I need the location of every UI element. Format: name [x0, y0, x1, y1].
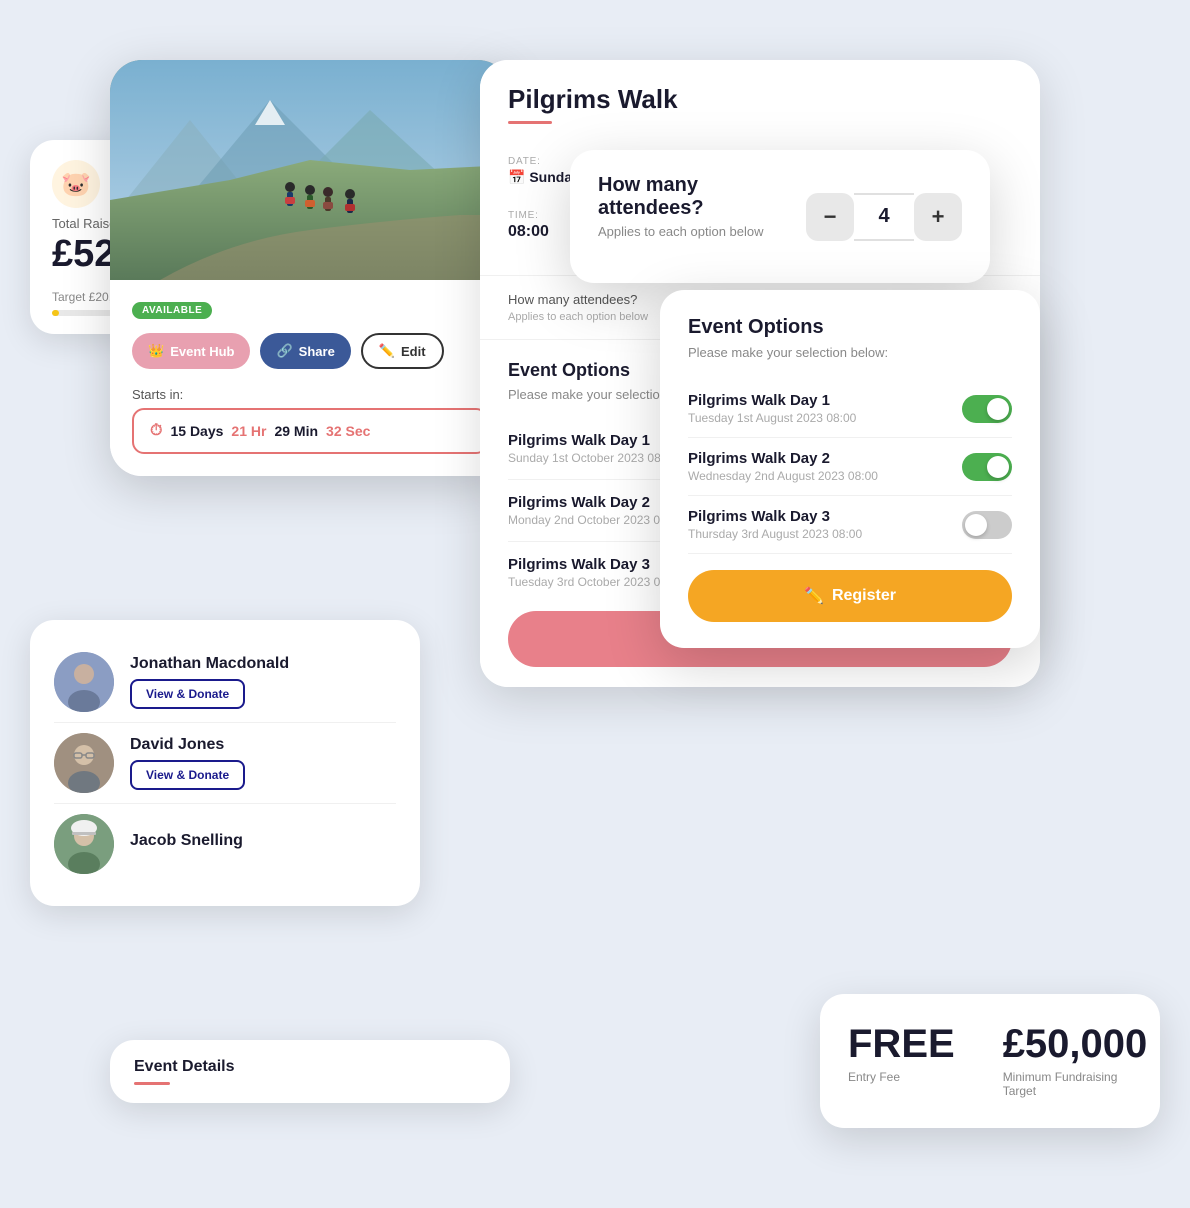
attendees-popup-sub: Applies to each option below — [598, 224, 806, 239]
popup-toggle-1[interactable] — [962, 395, 1012, 423]
event-hub-button[interactable]: 👑 Event Hub — [132, 333, 250, 369]
edit-icon: ✏️ — [379, 343, 395, 359]
popup-option-date-1: Tuesday 1st August 2023 08:00 — [688, 411, 856, 425]
register-button-popup[interactable]: ✏️ Register — [688, 570, 1012, 622]
avatar-jacob — [54, 814, 114, 874]
phone-body: AVAILABLE 👑 Event Hub 🔗 Share ✏️ Edit St… — [110, 280, 510, 476]
option-date-1: Sunday 1st October 2023 08:00 — [508, 451, 677, 465]
option-info-2: Pilgrims Walk Day 2 Monday 2nd October 2… — [508, 494, 683, 527]
target-sub: Minimum Fundraising Target — [1003, 1070, 1148, 1098]
days-value: 15 Days — [170, 423, 223, 439]
event-details-underline — [134, 1082, 170, 1085]
event-details-title: Event Details — [134, 1058, 486, 1076]
free-label: FREE — [848, 1024, 955, 1064]
event-title: Pilgrims Walk — [508, 84, 1012, 115]
participant-name-david: David Jones — [130, 736, 396, 754]
participant-info-jonathan: Jonathan Macdonald View & Donate — [130, 655, 396, 709]
participant-row: Jonathan Macdonald View & Donate — [54, 642, 396, 723]
popup-option-info-1: Pilgrims Walk Day 1 Tuesday 1st August 2… — [688, 392, 856, 425]
popup-option-info-2: Pilgrims Walk Day 2 Wednesday 2nd August… — [688, 450, 878, 483]
hero-image — [110, 60, 510, 280]
edit-button[interactable]: ✏️ Edit — [361, 333, 444, 369]
option-info-1: Pilgrims Walk Day 1 Sunday 1st October 2… — [508, 432, 677, 465]
participant-name-jonathan: Jonathan Macdonald — [130, 655, 396, 673]
popup-toggle-3[interactable] — [962, 511, 1012, 539]
option-date-3: Tuesday 3rd October 2023 08:00 — [508, 575, 684, 589]
stepper-plus[interactable]: + — [914, 193, 962, 241]
entry-fee-section: FREE Entry Fee — [848, 1024, 955, 1084]
free-target-card: FREE Entry Fee £50,000 Minimum Fundraisi… — [820, 994, 1160, 1128]
participant-name-jacob: Jacob Snelling — [130, 832, 396, 850]
event-details-card: Event Details — [110, 1040, 510, 1103]
participant-row: Jacob Snelling — [54, 804, 396, 884]
popup-option-date-2: Wednesday 2nd August 2023 08:00 — [688, 469, 878, 483]
option-date-2: Monday 2nd October 2023 08:00 — [508, 513, 683, 527]
countdown-timer: ⏱ 15 Days 21 Hr 29 Min 32 Sec — [132, 408, 488, 454]
view-donate-jonathan[interactable]: View & Donate — [130, 679, 245, 709]
event-title-underline — [508, 121, 552, 124]
free-card-row: FREE Entry Fee £50,000 Minimum Fundraisi… — [848, 1024, 1132, 1098]
share-icon: 🔗 — [276, 343, 292, 359]
minutes-value: 29 Min — [274, 423, 318, 439]
option-name-2: Pilgrims Walk Day 2 — [508, 494, 683, 511]
action-buttons: 👑 Event Hub 🔗 Share ✏️ Edit — [132, 333, 488, 369]
avatar-jonathan — [54, 652, 114, 712]
popup-option-row-2: Pilgrims Walk Day 2 Wednesday 2nd August… — [688, 438, 1012, 496]
attendees-popup-text: How many attendees? Applies to each opti… — [598, 174, 806, 259]
popup-option-date-3: Thursday 3rd August 2023 08:00 — [688, 527, 862, 541]
attendees-popup-title: How many attendees? — [598, 174, 806, 220]
options-popup: Event Options Please make your selection… — [660, 290, 1040, 648]
seconds-value: 32 Sec — [326, 423, 370, 439]
target-section: £50,000 Minimum Fundraising Target — [1003, 1024, 1148, 1098]
popup-option-row-3: Pilgrims Walk Day 3 Thursday 3rd August … — [688, 496, 1012, 554]
option-name-3: Pilgrims Walk Day 3 — [508, 556, 684, 573]
target-amount: £50,000 — [1003, 1024, 1148, 1064]
piggy-bank-icon: 🐷 — [52, 160, 100, 208]
popup-option-name-3: Pilgrims Walk Day 3 — [688, 508, 862, 525]
stepper-value: 4 — [854, 193, 914, 241]
share-button[interactable]: 🔗 Share — [260, 333, 350, 369]
phone-card: AVAILABLE 👑 Event Hub 🔗 Share ✏️ Edit St… — [110, 60, 510, 476]
options-popup-sub: Please make your selection below: — [688, 345, 1012, 360]
popup-toggle-2[interactable] — [962, 453, 1012, 481]
view-donate-david[interactable]: View & Donate — [130, 760, 245, 790]
popup-option-name-1: Pilgrims Walk Day 1 — [688, 392, 856, 409]
options-popup-title: Event Options — [688, 316, 1012, 339]
popup-option-row-1: Pilgrims Walk Day 1 Tuesday 1st August 2… — [688, 380, 1012, 438]
pencil-register-icon: ✏️ — [804, 586, 824, 606]
event-header: Pilgrims Walk — [480, 60, 1040, 124]
participant-info-david: David Jones View & Donate — [130, 736, 396, 790]
stepper-minus[interactable]: − — [806, 193, 854, 241]
hours-value: 21 Hr — [231, 423, 266, 439]
attendees-popup: How many attendees? Applies to each opti… — [570, 150, 990, 283]
option-info-3: Pilgrims Walk Day 3 Tuesday 3rd October … — [508, 556, 684, 589]
available-badge: AVAILABLE — [132, 302, 212, 319]
crown-icon: 👑 — [148, 343, 164, 359]
entry-fee-sub: Entry Fee — [848, 1070, 955, 1084]
attendees-popup-row: How many attendees? Applies to each opti… — [598, 174, 962, 259]
progress-bar-fill — [52, 310, 59, 316]
calendar-icon: 📅 — [508, 169, 529, 185]
option-name-1: Pilgrims Walk Day 1 — [508, 432, 677, 449]
participant-row: David Jones View & Donate — [54, 723, 396, 804]
attendees-stepper: − 4 + — [806, 193, 962, 241]
popup-option-name-2: Pilgrims Walk Day 2 — [688, 450, 878, 467]
participants-card: Jonathan Macdonald View & Donate David J… — [30, 620, 420, 906]
clock-icon: ⏱ — [150, 422, 162, 440]
avatar-david — [54, 733, 114, 793]
popup-option-info-3: Pilgrims Walk Day 3 Thursday 3rd August … — [688, 508, 862, 541]
starts-in-label: Starts in: — [132, 387, 488, 402]
participant-info-jacob: Jacob Snelling — [130, 832, 396, 856]
